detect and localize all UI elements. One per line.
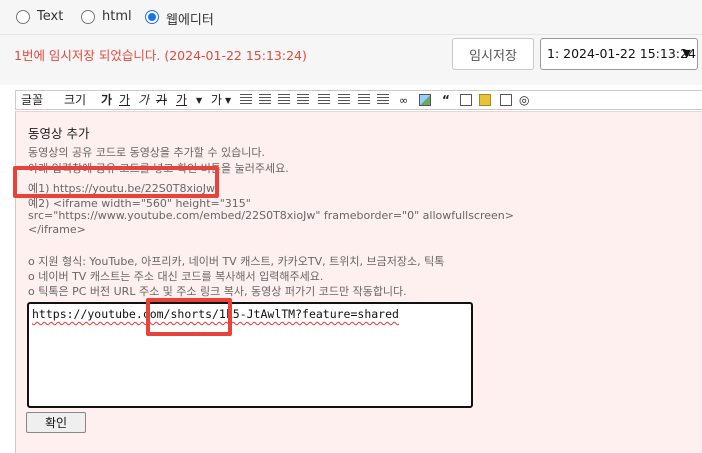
help-line: o 틱톡은 PC 버전 URL 주소 및 주소 링크 복사, 동영상 퍼가기 코… [28,285,407,298]
font-color-button[interactable]: 가 [176,93,187,108]
video-insert-panel: 동영상 추가 동영상의 공유 코드로 동영상을 추가할 수 있습니다. 아래 입… [15,111,702,453]
draft-select-value: 1: 2024-01-22 15:13:24 [547,46,696,61]
help-line: o 지원 형식: YouTube, 아프리카, 네이버 TV 캐스트, 카카오T… [28,255,445,268]
link-icon[interactable]: ∞ [399,93,408,108]
bg-color-button[interactable]: 가 [211,93,222,108]
chevron-down-icon: ▼ [682,47,691,60]
media-icon[interactable] [479,94,491,106]
help-line: </iframe> [28,223,86,236]
mode-webeditor-radio[interactable] [145,10,159,24]
autosave-message: 1번에 임시저장 되었습니다. (2024-01-22 15:13:24) [14,48,307,63]
italic-button[interactable]: 가 [138,93,149,108]
mode-text-label[interactable]: Text [37,9,63,24]
highlight-box-shorts [146,298,232,336]
image-icon[interactable] [419,94,431,106]
highlight-box-example [13,166,219,198]
unordered-list-icon[interactable] [377,94,389,106]
video-code-input[interactable]: https://youtube.com/shorts/1k5-JtAwlTM?f… [27,302,473,408]
help-line: o 네이버 TV 캐스트는 주소 대신 코드를 복사해서 입력해주세요. [28,270,324,283]
panel-title: 동영상 추가 [28,126,90,141]
mode-text-radio[interactable] [16,10,30,24]
save-icon[interactable] [460,94,472,106]
box-icon[interactable] [500,94,512,106]
help-line: src="https://www.youtube.com/embed/22S0T… [28,209,514,222]
ordered-list-icon[interactable] [358,94,370,106]
indent-icon[interactable] [338,94,350,106]
font-family-button[interactable]: 글꼴 [21,93,43,108]
quote-icon[interactable]: “ [442,93,450,108]
outdent-icon[interactable] [318,94,330,106]
align-center-icon[interactable] [259,94,271,106]
align-left-icon[interactable] [240,94,252,106]
help-line: 동영상의 공유 코드로 동영상을 추가할 수 있습니다. [28,146,265,159]
draft-select[interactable]: 1: 2024-01-22 15:13:24 ▼ [540,38,698,70]
font-size-button[interactable]: 크기 [64,93,86,108]
strike-button[interactable]: 가 [156,93,167,108]
mode-webeditor-label[interactable]: 웹에디터 [166,9,214,28]
bold-button[interactable]: 가 [101,93,112,108]
source-icon[interactable]: ◎ [519,93,529,108]
underline-button[interactable]: 가 [119,93,130,108]
align-justify-icon[interactable] [297,94,309,106]
editor-mode-bar: Text html 웹에디터 [0,0,702,35]
chevron-down-icon[interactable]: ▼ [196,93,202,108]
temp-save-button[interactable]: 임시저장 [452,38,534,70]
draft-status-bar: 1번에 임시저장 되었습니다. (2024-01-22 15:13:24) 임시… [0,35,702,85]
align-right-icon[interactable] [278,94,290,106]
editor-toolbar: 글꼴 크기 가 가 가 가 가 ▼ 가 ▼ ∞ “ ◎ [15,90,702,110]
chevron-down-icon[interactable]: ▼ [225,93,231,108]
mode-html-label[interactable]: html [102,9,132,24]
confirm-button[interactable]: 확인 [26,412,86,433]
mode-html-radio[interactable] [81,10,95,24]
